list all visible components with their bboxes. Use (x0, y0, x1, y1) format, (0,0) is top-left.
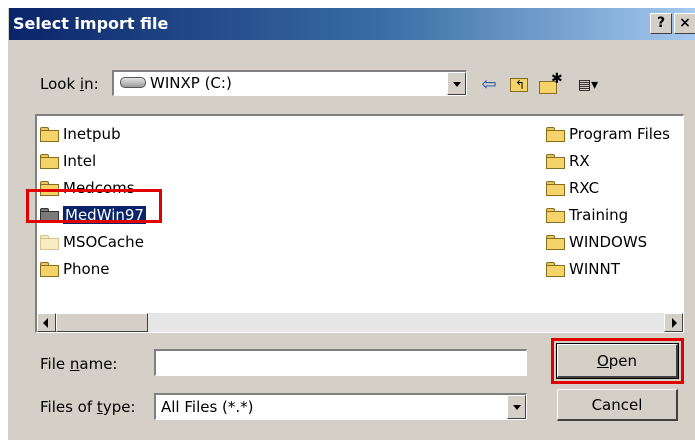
title-bar: Select import file ? × (9, 8, 695, 40)
folder-item[interactable]: MSOCache (39, 232, 144, 252)
folder-item[interactable]: WINDOWS (545, 232, 647, 252)
up-one-level-icon[interactable]: ↰ (507, 73, 531, 97)
files-of-type-combo[interactable]: All Files (*.*) (154, 393, 527, 420)
scroll-thumb[interactable] (56, 313, 148, 332)
file-list[interactable]: Inetpub Intel Medcoms MedWin97 MSOCache … (35, 114, 684, 333)
folder-item[interactable]: Program Files (545, 124, 670, 144)
look-in-value: WINXP (C:) (150, 74, 232, 92)
folder-icon (39, 261, 61, 277)
folder-item[interactable]: RXC (545, 178, 599, 198)
folder-icon (39, 234, 61, 250)
file-name-label: File name: (40, 355, 118, 373)
views-menu-icon[interactable]: ▤▾ (569, 73, 607, 97)
look-in-combo[interactable]: WINXP (C:) (112, 70, 467, 96)
folder-item[interactable]: Phone (39, 259, 109, 279)
new-folder-icon[interactable]: ✱ (537, 71, 563, 97)
folder-item[interactable]: Training (545, 205, 628, 225)
folder-icon (39, 126, 61, 142)
open-button[interactable]: Open (556, 343, 679, 379)
look-in-label: Look in: (40, 75, 99, 93)
folder-item[interactable]: WINNT (545, 259, 620, 279)
folder-item[interactable]: Intel (39, 151, 96, 171)
look-in-dropdown-button[interactable] (447, 72, 466, 95)
files-of-type-value: All Files (*.*) (161, 398, 254, 416)
folder-icon (545, 207, 567, 223)
file-name-input[interactable] (154, 349, 527, 376)
cancel-button[interactable]: Cancel (557, 389, 678, 421)
files-of-type-dropdown-button[interactable] (507, 395, 526, 419)
folder-icon (545, 261, 567, 277)
folder-icon (39, 153, 61, 169)
folder-item[interactable]: RX (545, 151, 590, 171)
horizontal-scrollbar[interactable] (37, 313, 683, 332)
scroll-left-button[interactable] (37, 313, 56, 332)
folder-icon (545, 126, 567, 142)
close-button[interactable]: × (674, 13, 695, 34)
folder-icon (545, 153, 567, 169)
folder-item[interactable]: Inetpub (39, 124, 121, 144)
back-icon[interactable]: ⇦ (477, 73, 501, 97)
folder-icon (545, 234, 567, 250)
help-button[interactable]: ? (650, 13, 672, 34)
select-import-file-dialog: Select import file ? × Look in: WINXP (C… (8, 8, 695, 440)
window-title: Select import file (13, 14, 169, 33)
highlight-annotation (26, 189, 162, 223)
files-of-type-label: Files of type: (40, 398, 136, 416)
folder-icon (545, 180, 567, 196)
scroll-right-button[interactable] (664, 313, 683, 332)
drive-icon (120, 77, 146, 88)
